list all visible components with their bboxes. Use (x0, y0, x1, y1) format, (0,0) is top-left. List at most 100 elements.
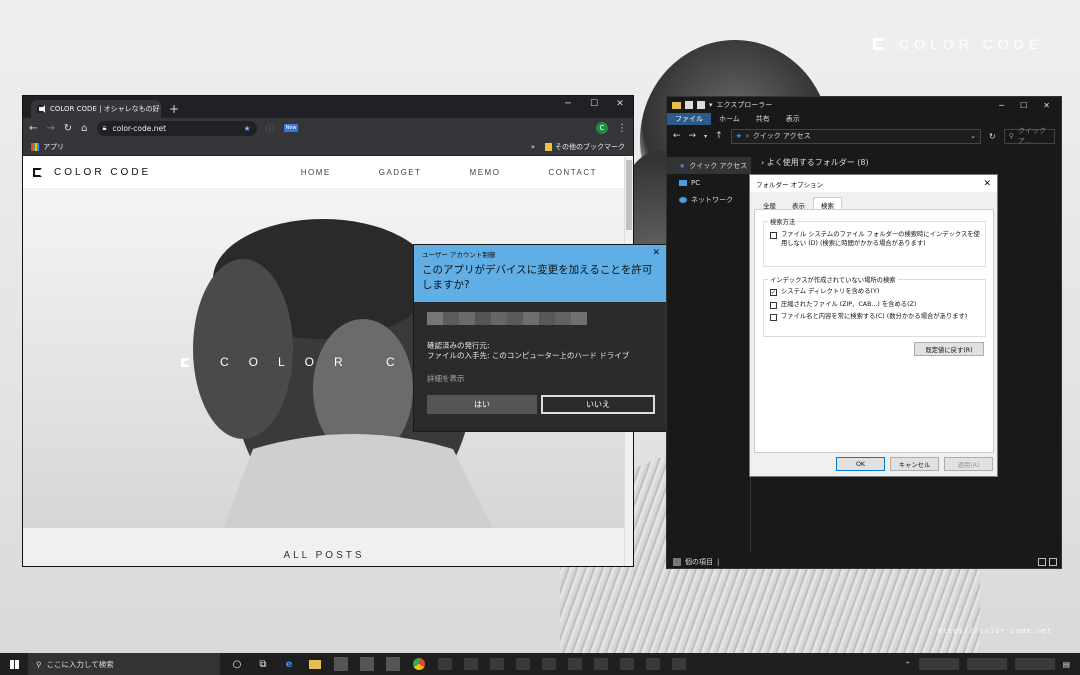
restore-defaults-button[interactable]: 既定値に戻す(R) (914, 342, 984, 356)
forward-arrow-icon[interactable]: → (46, 123, 54, 134)
taskbar-redacted (438, 658, 452, 670)
properties-icon[interactable] (685, 101, 693, 109)
explorer-search-input[interactable]: ⚲ クイック ア... (1003, 127, 1055, 145)
taskbar-search-box[interactable]: ⚲ ここに入力して検索 (28, 653, 220, 675)
large-icons-view-icon[interactable] (1049, 557, 1057, 566)
cortana-icon[interactable]: ○ (230, 657, 244, 671)
forward-arrow-icon[interactable]: → (689, 131, 697, 141)
cancel-button[interactable]: キャンセル (890, 457, 939, 471)
taskbar: ⚲ ここに入力して検索 ○ ⧉ e ⌃ ▤ (0, 653, 1080, 675)
taskbar-app-icon[interactable] (360, 657, 374, 671)
address-path[interactable]: ★ › クイック アクセス ⌄ (730, 128, 981, 144)
new-folder-icon[interactable] (697, 101, 705, 109)
maximize-button[interactable]: ☐ (581, 96, 607, 112)
uac-close-icon[interactable]: ✕ (652, 248, 660, 258)
nav-pc[interactable]: PC (667, 174, 750, 191)
search-icon: ⚲ (1008, 132, 1014, 140)
explorer-close-button[interactable]: ✕ (1043, 101, 1050, 110)
ribbon-tab-home[interactable]: ホーム (711, 113, 748, 125)
address-bar[interactable]: 🔒︎ color-code.net ★ (96, 120, 257, 136)
notification-icon[interactable]: ▤ (1063, 660, 1070, 669)
back-arrow-icon[interactable]: ← (29, 123, 37, 134)
other-bookmarks[interactable]: その他のブックマーク (545, 142, 625, 152)
ok-button[interactable]: OK (836, 457, 885, 471)
tray-chevron-icon[interactable]: ⌃ (905, 660, 911, 669)
uac-question: このアプリがデバイスに変更を加えることを許可しますか? (422, 264, 653, 291)
site-logo-icon (33, 168, 42, 177)
home-icon[interactable]: ⌂ (81, 123, 87, 134)
refresh-icon[interactable]: ↻ (989, 132, 996, 141)
explorer-maximize-button[interactable]: ☐ (1020, 101, 1027, 110)
task-view-icon[interactable]: ⧉ (256, 657, 270, 671)
clock-redacted[interactable] (1014, 658, 1055, 670)
chrome-titlebar: COLOR CODE | オシャレなもの好きの × + ─ ☐ ✕ (23, 96, 633, 118)
taskbar-redacted (568, 658, 582, 670)
recent-dropdown-icon[interactable]: ▾ (704, 133, 707, 140)
frequent-folders-header[interactable]: › よく使用するフォルダー (8) (761, 157, 869, 168)
bookmark-overflow-button[interactable]: » (531, 143, 535, 151)
extension-new-badge[interactable]: New (283, 124, 299, 132)
nav-network-label: ネットワーク (691, 195, 733, 204)
site-logo[interactable]: COLOR CODE (33, 167, 151, 178)
path-label: クイック アクセス (752, 132, 811, 140)
nav-network[interactable]: ネットワーク (667, 191, 750, 208)
uac-yes-button[interactable]: はい (427, 395, 537, 414)
compressed-files-checkbox[interactable] (770, 301, 777, 309)
taskbar-app-icon[interactable] (386, 657, 400, 671)
edge-icon[interactable]: e (282, 657, 296, 671)
apply-button[interactable]: 適用(A) (944, 457, 993, 471)
browser-tab[interactable]: COLOR CODE | オシャレなもの好きの × (31, 100, 161, 118)
details-view-icon[interactable] (1038, 557, 1046, 566)
folder-options-dialog: フォルダー オプション ✕ 全般 表示 検索 検索方法 ファイル システムのファ… (749, 174, 998, 477)
uac-title: ユーザー アカウント制御 (422, 251, 496, 259)
taskbar-redacted (672, 658, 686, 670)
bookmark-apps[interactable]: アプリ (43, 142, 64, 152)
no-index-checkbox[interactable] (770, 232, 777, 239)
reload-icon[interactable]: ↻ (64, 123, 72, 134)
profile-avatar[interactable]: C (596, 122, 608, 134)
uac-no-button[interactable]: いいえ (541, 395, 655, 414)
nav-contact[interactable]: CONTACT (548, 168, 597, 177)
explorer-minimize-button[interactable]: ─ (999, 101, 1004, 110)
taskbar-redacted (516, 658, 530, 670)
system-tray: ⌃ ▤ (905, 658, 1080, 670)
folder-options-close-icon[interactable]: ✕ (983, 179, 991, 189)
site-nav: HOME GADGET MEMO CONTACT (301, 168, 597, 177)
all-posts-heading: ALL POSTS (23, 528, 625, 566)
chrome-menu-icon[interactable]: ⋮ (617, 123, 627, 134)
search-icon: ⚲ (36, 659, 42, 669)
nav-memo[interactable]: MEMO (470, 168, 501, 177)
bookmark-star-icon[interactable]: ★ (244, 124, 251, 133)
scrollbar-thumb[interactable] (626, 160, 632, 230)
folder-icon (545, 142, 552, 151)
new-tab-button[interactable]: + (169, 102, 179, 116)
up-arrow-icon[interactable]: ↑ (715, 131, 723, 141)
taskbar-app-icon[interactable] (334, 657, 348, 671)
extension-icon[interactable]: ⓘ (266, 122, 275, 135)
file-explorer-icon[interactable] (308, 657, 322, 671)
uac-details-link[interactable]: 詳細を表示 (427, 373, 655, 384)
minimize-button[interactable]: ─ (555, 96, 581, 112)
hero-logo-icon (181, 357, 190, 367)
explorer-ribbon: ファイル ホーム 共有 表示 (667, 113, 1061, 125)
ribbon-tab-file[interactable]: ファイル (667, 113, 711, 125)
ribbon-tab-share[interactable]: 共有 (748, 113, 778, 125)
non-indexed-group: インデックスが作成されていない場所の検索 ✓ システム ディレクトリを含める(Y)… (763, 275, 986, 337)
nav-quick-access[interactable]: ★ クイック アクセス (667, 157, 750, 174)
tray-redacted (918, 658, 959, 670)
back-arrow-icon[interactable]: ← (673, 131, 681, 141)
close-button[interactable]: ✕ (607, 96, 633, 112)
ribbon-tab-view[interactable]: 表示 (778, 113, 808, 125)
nav-gadget[interactable]: GADGET (379, 168, 422, 177)
nav-home[interactable]: HOME (301, 168, 331, 177)
start-button[interactable] (0, 653, 28, 675)
system-dirs-checkbox[interactable]: ✓ (770, 289, 777, 296)
chrome-icon[interactable] (412, 657, 426, 671)
item-count-label: 個の項目 (685, 557, 713, 566)
wallpaper-brand: COLOR CODE (873, 36, 1043, 52)
path-dropdown-icon[interactable]: ⌄ (970, 132, 976, 140)
contents-checkbox[interactable] (770, 314, 777, 321)
qat-dropdown-icon[interactable]: ▾ (709, 101, 713, 109)
apps-grid-icon (31, 142, 39, 151)
no-index-label: ファイル システムのファイル フォルダーの検索時にインデックスを使用しない (D… (781, 231, 980, 247)
